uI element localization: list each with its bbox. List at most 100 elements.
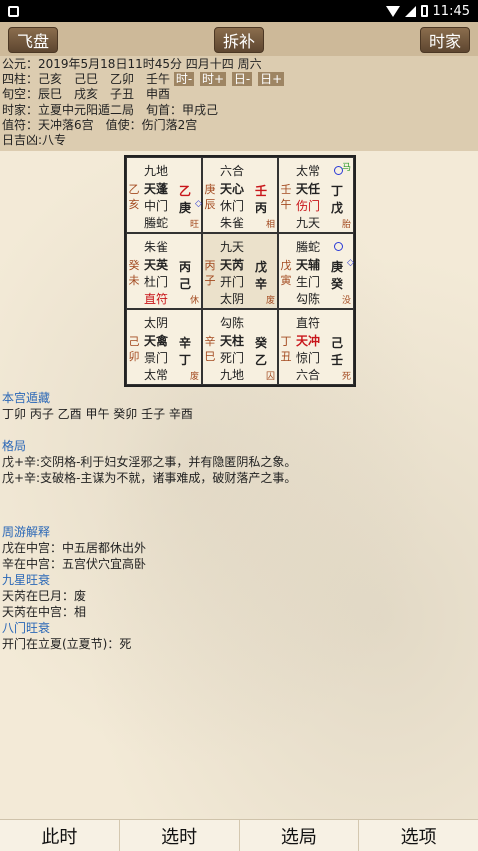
nav-options-button[interactable]: 选项 xyxy=(359,820,478,851)
palace-star: 天辅 xyxy=(296,258,321,272)
palace-cell[interactable]: 庚辰 六合 天心 壬 休门 丙 朱雀 相 xyxy=(202,157,278,233)
palace-star: 天冲 xyxy=(296,334,321,348)
circle-marker-icon xyxy=(334,242,343,251)
palace-heaven-stem: 乙 xyxy=(179,184,192,198)
palace-side: 戊寅 xyxy=(280,259,292,287)
diamond-icon: ◇ xyxy=(347,258,354,268)
palace-heaven-stem: 戊 xyxy=(255,260,268,274)
palace-god: 九地 xyxy=(144,164,169,178)
palace-side: 辛巳 xyxy=(204,335,216,363)
palace-deity: 勾陈 xyxy=(296,292,321,306)
palace-heaven-stem: 壬 xyxy=(255,184,268,198)
palace-cell-center[interactable]: 丙子 九天 天芮 戊 开门 辛 太阴 废 xyxy=(202,233,278,309)
palace-deity: 螣蛇 xyxy=(144,216,169,230)
palace-earth-stem: 癸 xyxy=(331,277,344,291)
section-heading: 周游解释 xyxy=(2,525,51,539)
nav-now-button[interactable]: 此时 xyxy=(0,820,120,851)
shijia-button[interactable]: 时家 xyxy=(420,27,470,53)
palace-deity: 太阴 xyxy=(220,292,245,306)
section-heading: 八门旺衰 xyxy=(2,621,51,635)
palace-cell[interactable]: 乙亥 九地 天蓬 乙 中门 庚 ◇ 螣蛇 旺 xyxy=(126,157,202,233)
palace-god: 六合 xyxy=(220,164,245,178)
palace-earth-stem: 己 xyxy=(179,277,192,291)
palace-cell[interactable]: 丁丑 直符 天冲 己 惊门 壬 六合 死 xyxy=(278,309,354,385)
status-time: 11:45 xyxy=(432,3,470,19)
palace-deity: 朱雀 xyxy=(220,216,245,230)
info-line-date: 公元：2019年5月18日11时45分 四月十四 周六 xyxy=(2,57,262,71)
tag-shi-plus[interactable]: 时+ xyxy=(200,72,227,87)
palace-heaven-stem: 庚 xyxy=(331,260,344,274)
info-line-shijia: 时家：立夏中元阳遁二局 旬首：甲戌己 xyxy=(2,102,219,117)
palace-star: 天柱 xyxy=(220,334,245,348)
palace-door: 伤门 xyxy=(296,199,321,213)
palace-door: 开门 xyxy=(220,275,245,289)
palace-earth-stem: 乙 xyxy=(255,353,268,367)
pillars-text: 四柱：己亥 己巳 乙卯 壬午 xyxy=(2,72,171,87)
palace-status: 死 xyxy=(341,372,351,382)
palace-earth-stem: 壬 xyxy=(331,353,344,367)
section-body: 戊+辛:交阴格-利于妇女淫邪之事，并有隐匿阴私之象。 xyxy=(2,455,297,469)
section-body: 丁卯 丙子 乙酉 甲午 癸卯 壬子 辛酉 xyxy=(2,407,193,421)
palace-cell[interactable]: 壬午 太常 马 天任 丁 伤门 戊 九天 胎 xyxy=(278,157,354,233)
section-body: 戊在中宫：中五居都休出外 xyxy=(2,541,147,555)
palace-earth-stem: 庚 xyxy=(179,201,192,215)
palace-door: 杜门 xyxy=(144,275,169,289)
info-line-xunkong: 旬空：辰巳 戌亥 子丑 申酉 xyxy=(2,87,171,102)
palace-side: 丁丑 xyxy=(280,335,292,363)
status-bar: 11:45 xyxy=(0,0,478,22)
wifi-icon xyxy=(385,5,400,17)
palace-cell[interactable]: 戊寅 螣蛇 天辅 庚 ◇ 生门 癸 勾陈 没 xyxy=(278,233,354,309)
palace-god: 朱雀 xyxy=(144,240,169,254)
palace-deity: 九地 xyxy=(220,368,245,382)
palace-cell[interactable]: 癸未 朱雀 天英 丙 杜门 己 直符 休 xyxy=(126,233,202,309)
nav-select-ju-button[interactable]: 选局 xyxy=(240,820,360,851)
palace-earth-stem: 戊 xyxy=(331,201,344,215)
palace-star: 天蓬 xyxy=(144,182,169,196)
palace-side: 己卯 xyxy=(128,335,140,363)
fly-pan-button[interactable]: 飞盘 xyxy=(8,27,58,53)
section-heading: 本宫遁藏 xyxy=(2,391,51,405)
tag-ri-minus[interactable]: 日- xyxy=(231,72,253,87)
palace-cell[interactable]: 辛巳 勾陈 天柱 癸 死门 乙 九地 囚 xyxy=(202,309,278,385)
tag-shi-minus[interactable]: 时- xyxy=(173,72,195,87)
section-body: 辛在中宫：五宫伏穴宜高卧 xyxy=(2,557,147,571)
palace-side: 庚辰 xyxy=(204,183,216,211)
palace-side: 壬午 xyxy=(280,183,292,211)
palace-status: 没 xyxy=(341,296,351,306)
section-body: 天芮在中宫：相 xyxy=(2,605,87,619)
palace-status: 相 xyxy=(265,220,275,230)
signal-icon xyxy=(404,5,416,17)
chaibu-button[interactable]: 拆补 xyxy=(214,27,264,53)
info-panel: 公元：2019年5月18日11时45分 四月十四 周六 四柱：己亥 己巳 乙卯 … xyxy=(0,56,478,151)
palace-star: 天心 xyxy=(220,182,245,196)
palace-side: 丙子 xyxy=(204,259,216,287)
analysis-text: 本宫遁藏 丁卯 丙子 乙酉 甲午 癸卯 壬子 辛酉 格局 戊+辛:交阴格-利于妇… xyxy=(2,390,476,652)
palace-heaven-stem: 丁 xyxy=(331,184,344,198)
palace-heaven-stem: 丙 xyxy=(179,260,192,274)
tag-ri-plus[interactable]: 日+ xyxy=(258,72,285,87)
palace-door: 死门 xyxy=(220,351,245,365)
palace-status: 囚 xyxy=(265,372,275,382)
palace-star: 天英 xyxy=(144,258,169,272)
palace-deity: 太常 xyxy=(144,368,169,382)
palace-door: 中门 xyxy=(144,199,169,213)
palace-cell[interactable]: 己卯 太阴 天禽 辛 景门 丁 太常 废 xyxy=(126,309,202,385)
palace-god: 太阴 xyxy=(144,316,169,330)
nav-select-time-button[interactable]: 选时 xyxy=(120,820,240,851)
palace-star: 天禽 xyxy=(144,334,169,348)
palace-door: 生门 xyxy=(296,275,321,289)
top-toolbar: 飞盘 拆补 时家 xyxy=(0,22,478,56)
palace-earth-stem: 辛 xyxy=(255,277,268,291)
palace-god: 直符 xyxy=(296,316,321,330)
info-line-zhifu: 值符：天冲落6宫 值使：伤门落2宫 xyxy=(2,117,198,132)
palace-status: 休 xyxy=(189,296,199,306)
section-body: 戊+辛:支破格-主谋为不就，诸事难成，破财落产之事。 xyxy=(2,471,297,485)
section-heading: 九星旺衰 xyxy=(2,573,51,587)
battery-icon xyxy=(420,5,428,17)
palace-status: 旺 xyxy=(189,220,199,230)
palace-god: 勾陈 xyxy=(220,316,245,330)
palace-star: 天芮 xyxy=(220,258,245,272)
palace-status: 废 xyxy=(265,296,275,306)
bottom-nav: 此时 选时 选局 选项 xyxy=(0,819,478,851)
